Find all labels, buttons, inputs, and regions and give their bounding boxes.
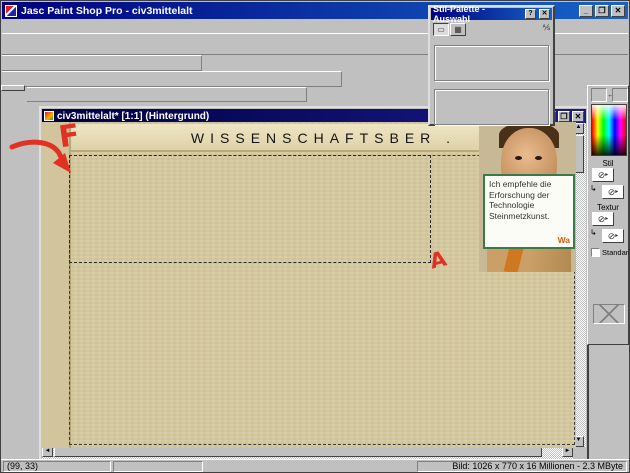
advisor-text: Ich empfehle die Erforschung der Technol…	[489, 179, 551, 221]
advisor-link[interactable]: Wa	[558, 235, 570, 246]
dialog-titlebar: Stil-Palette - Auswahl ? ✕	[431, 8, 552, 20]
advisor-speech-box: Ich empfehle die Erforschung der Technol…	[483, 174, 575, 249]
background-color-swatch[interactable]	[612, 88, 628, 102]
dialog-help-button[interactable]: ?	[525, 9, 536, 19]
app-icon	[5, 5, 17, 17]
color-picker-gradient[interactable]	[591, 104, 627, 156]
status-bar: (99, 33) Bild: 1026 x 770 x 16 Millionen…	[1, 459, 629, 472]
cursor-coordinates: (99, 33)	[3, 461, 111, 472]
app-title: Jasc Paint Shop Pro - civ3mittelalt	[21, 5, 193, 17]
close-button[interactable]: ✕	[611, 5, 625, 17]
doc-close-button[interactable]: ✕	[572, 111, 584, 122]
texture-link-arrow-icon: ↳	[590, 228, 597, 237]
dialog-tabs: ▭ ▦	[433, 23, 466, 36]
mouse-pointer-group	[434, 45, 549, 81]
advisor-eye	[515, 156, 522, 160]
effects-toolbar	[27, 87, 307, 102]
tablet-group	[434, 89, 549, 125]
annotation-arrow	[9, 137, 75, 179]
horizontal-scrollbar[interactable]: ◄ ►	[42, 447, 573, 459]
image-info: Bild: 1026 x 770 x 16 Millionen - 2.3 MB…	[417, 461, 627, 472]
tool-palette	[1, 85, 25, 91]
tool-options-tab[interactable]: ▭	[433, 23, 449, 36]
dialog-title: Stil-Palette - Auswahl	[433, 4, 524, 24]
photo-toolbar	[2, 71, 342, 87]
style-link-arrow-icon: ↳	[590, 184, 597, 193]
foreground-texture-button[interactable]: ⊘▸	[592, 212, 614, 226]
document-icon	[44, 111, 54, 121]
background-texture-button[interactable]: ⊘▸	[602, 229, 624, 243]
color-palette-panel: ↔ Stil ⊘▸ ↳ ⊘▸ Textur ⊘▸ ↳ ⊘▸ Standard	[587, 85, 629, 345]
standard-checkbox-box[interactable]	[591, 248, 600, 257]
image-canvas[interactable]: WISSENSCHAFTSBER . Ich empfehle die Erfo…	[41, 122, 576, 448]
status-cell-empty	[113, 461, 203, 472]
document-title: civ3mittelalt* [1:1] (Hintergrund)	[57, 111, 209, 122]
texture-section-label: Textur	[588, 203, 628, 212]
advisor-eye	[535, 156, 542, 160]
web-toolbar	[2, 55, 202, 71]
foreground-style-button[interactable]: ⊘▸	[592, 168, 614, 182]
background-style-button[interactable]: ⊘▸	[602, 185, 624, 199]
style-section-label: Stil	[588, 159, 628, 168]
selection-marching-ants	[69, 155, 431, 263]
dialog-corner-icon[interactable]: ⅍	[542, 23, 550, 32]
tool-options-tab-2[interactable]: ▦	[450, 23, 466, 36]
paint-shop-pro-window: Jasc Paint Shop Pro - civ3mittelalt _ ❐ …	[0, 0, 630, 473]
minimize-button[interactable]: _	[579, 5, 593, 17]
current-color-preview	[593, 304, 625, 324]
doc-restore-button[interactable]: ❐	[558, 111, 570, 122]
standard-checkbox[interactable]: Standard	[591, 248, 630, 257]
foreground-color-swatch[interactable]	[591, 88, 607, 102]
style-palette-dialog: Stil-Palette - Auswahl ? ✕ ▭ ▦ ⅍	[428, 5, 555, 126]
restore-button[interactable]: ❐	[595, 5, 609, 17]
dialog-close-button[interactable]: ✕	[539, 9, 550, 19]
